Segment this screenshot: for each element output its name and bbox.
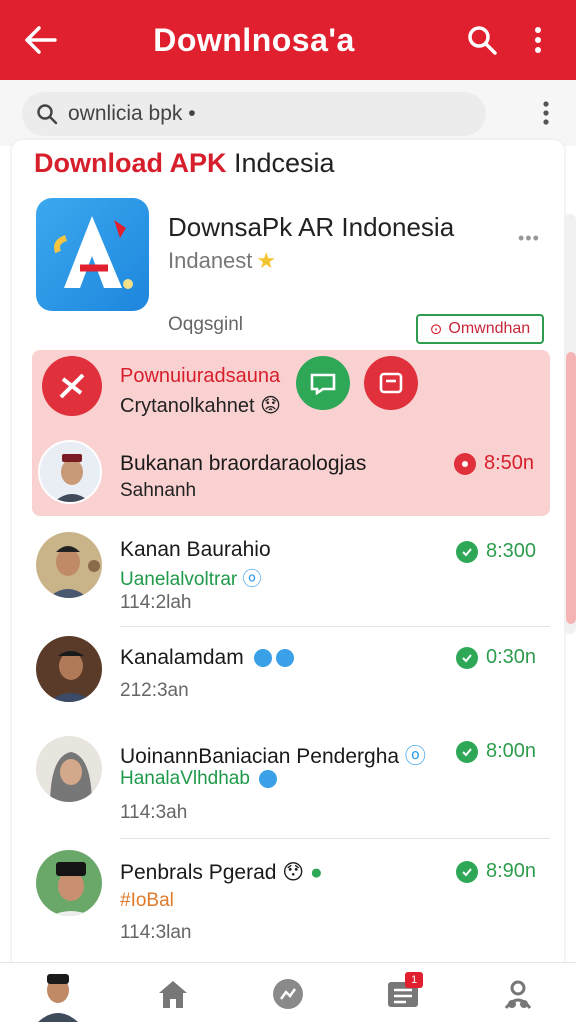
row-title: UoinannBaniacian Pendergha ⓞ [120,740,426,770]
row-time-text: 8:90n [486,860,537,882]
star-icon: ★ [256,248,277,273]
check-shield-icon [456,540,478,563]
avatar[interactable] [34,530,104,600]
avatar[interactable] [34,848,104,918]
search-icon[interactable] [462,18,502,62]
app-name: DownsaPk AR Indonesia [168,212,455,242]
highlight-row-title: Bukanan braordaraologjas [120,452,367,475]
row-subtitle: HanalaVlhdhab [120,768,278,790]
highlight-title: Pownuiuradsauna [120,365,281,387]
page-title: Downlnosa'a [153,21,355,58]
row-title: Penbrals Pgerad 😯 ● [120,860,323,885]
row-time: 8:300 [456,540,536,563]
avatar[interactable] [38,440,102,504]
row-title-text: UoinannBaniacian Pendergha [120,745,400,768]
share-icon[interactable] [296,356,350,410]
nav-profile-avatar[interactable] [28,966,88,1022]
row-meta: 212:3an [120,680,189,701]
avatar[interactable] [34,734,104,804]
avatar[interactable] [34,634,104,704]
row-time-text: 0:30n [486,646,537,668]
highlight-subtitle-text: Crytanolkahnet [120,395,255,417]
search-input[interactable]: ownlicia bpk • [22,92,486,136]
row-subtitle: #IoBal [120,890,174,911]
verified-icon: ⓞ [242,569,262,590]
check-shield-icon [456,646,478,669]
inbox-icon[interactable] [364,356,418,410]
section-title-black: Indcesia [226,148,335,178]
news-icon[interactable]: 1 [373,966,433,1022]
more-vert-icon[interactable] [518,18,558,62]
row-time: 0:30n [456,646,536,669]
bottom-nav: 1 [0,962,576,1024]
app-options-icon[interactable]: ••• [518,228,540,249]
highlight-row-time-text: 8:50n [484,452,535,474]
verified-icon [253,649,272,668]
leaf-icon: ● [310,861,323,884]
verified-icon: ⓞ [404,745,426,768]
highlight-row-time: 8:50n [454,452,534,475]
search-row: ownlicia bpk • [0,80,576,146]
row-subtitle: Uanelalvoltrar ⓞ [120,564,262,591]
check-shield-icon [456,860,478,883]
explore-icon[interactable] [258,966,318,1022]
row-time-text: 8:300 [486,540,537,562]
row-time-text: 8:00n [486,740,537,762]
row-time: 8:90n [456,860,536,883]
surprised-emoji-icon: 😯 [282,861,305,884]
app-meta: Oqgsginl [168,314,243,335]
people-icon[interactable] [488,966,548,1022]
row-meta: 114:2lah [120,592,192,613]
worried-emoji-icon: 😟 [260,395,281,417]
divider [120,626,550,627]
row-title: Kanan Baurahio [120,538,271,561]
divider [120,838,550,839]
alert-icon [454,452,476,475]
section-title-red: Download APK [34,148,227,178]
row-title: Kanalamdam [120,646,294,670]
row-title-text: Kanalamdam [120,646,244,669]
app-subtitle-text: Indanest [168,248,253,273]
search-icon [37,104,58,125]
back-arrow-icon[interactable] [18,18,62,62]
home-icon[interactable] [143,966,203,1022]
notification-badge: 1 [405,971,424,988]
app-icon[interactable] [36,198,149,311]
row-subtitle-text: Uanelalvoltrar [120,569,238,590]
more-vert-icon[interactable] [542,100,550,131]
verified-icon [275,649,294,668]
download-label: Omwndhan [448,320,531,337]
download-button[interactable]: ⊙ Omwndhan [416,314,544,344]
row-meta: 114:3lan [120,922,192,943]
search-value: ownlicia bpk • [68,102,196,125]
highlight-subtitle: Crytanolkahnet 😟 [120,393,281,418]
no-edit-icon[interactable] [42,356,102,416]
section-title: Download APK Indcesia [34,148,335,179]
scrollbar[interactable] [566,352,576,624]
app-bar: Downlnosa'a [0,0,576,80]
check-shield-icon [456,740,478,763]
download-icon: ⊙ [429,321,443,338]
highlighted-item[interactable] [32,350,550,516]
app-subtitle: Indanest ★ [168,248,276,274]
row-subtitle-text: HanalaVlhdhab [120,768,250,789]
verified-icon [259,769,278,788]
row-meta: 114:3ah [120,802,188,823]
row-title-text: Penbrals Pgerad [120,861,277,884]
row-time: 8:00n [456,740,536,763]
highlight-row-subtitle: Sahnanh [120,480,197,501]
